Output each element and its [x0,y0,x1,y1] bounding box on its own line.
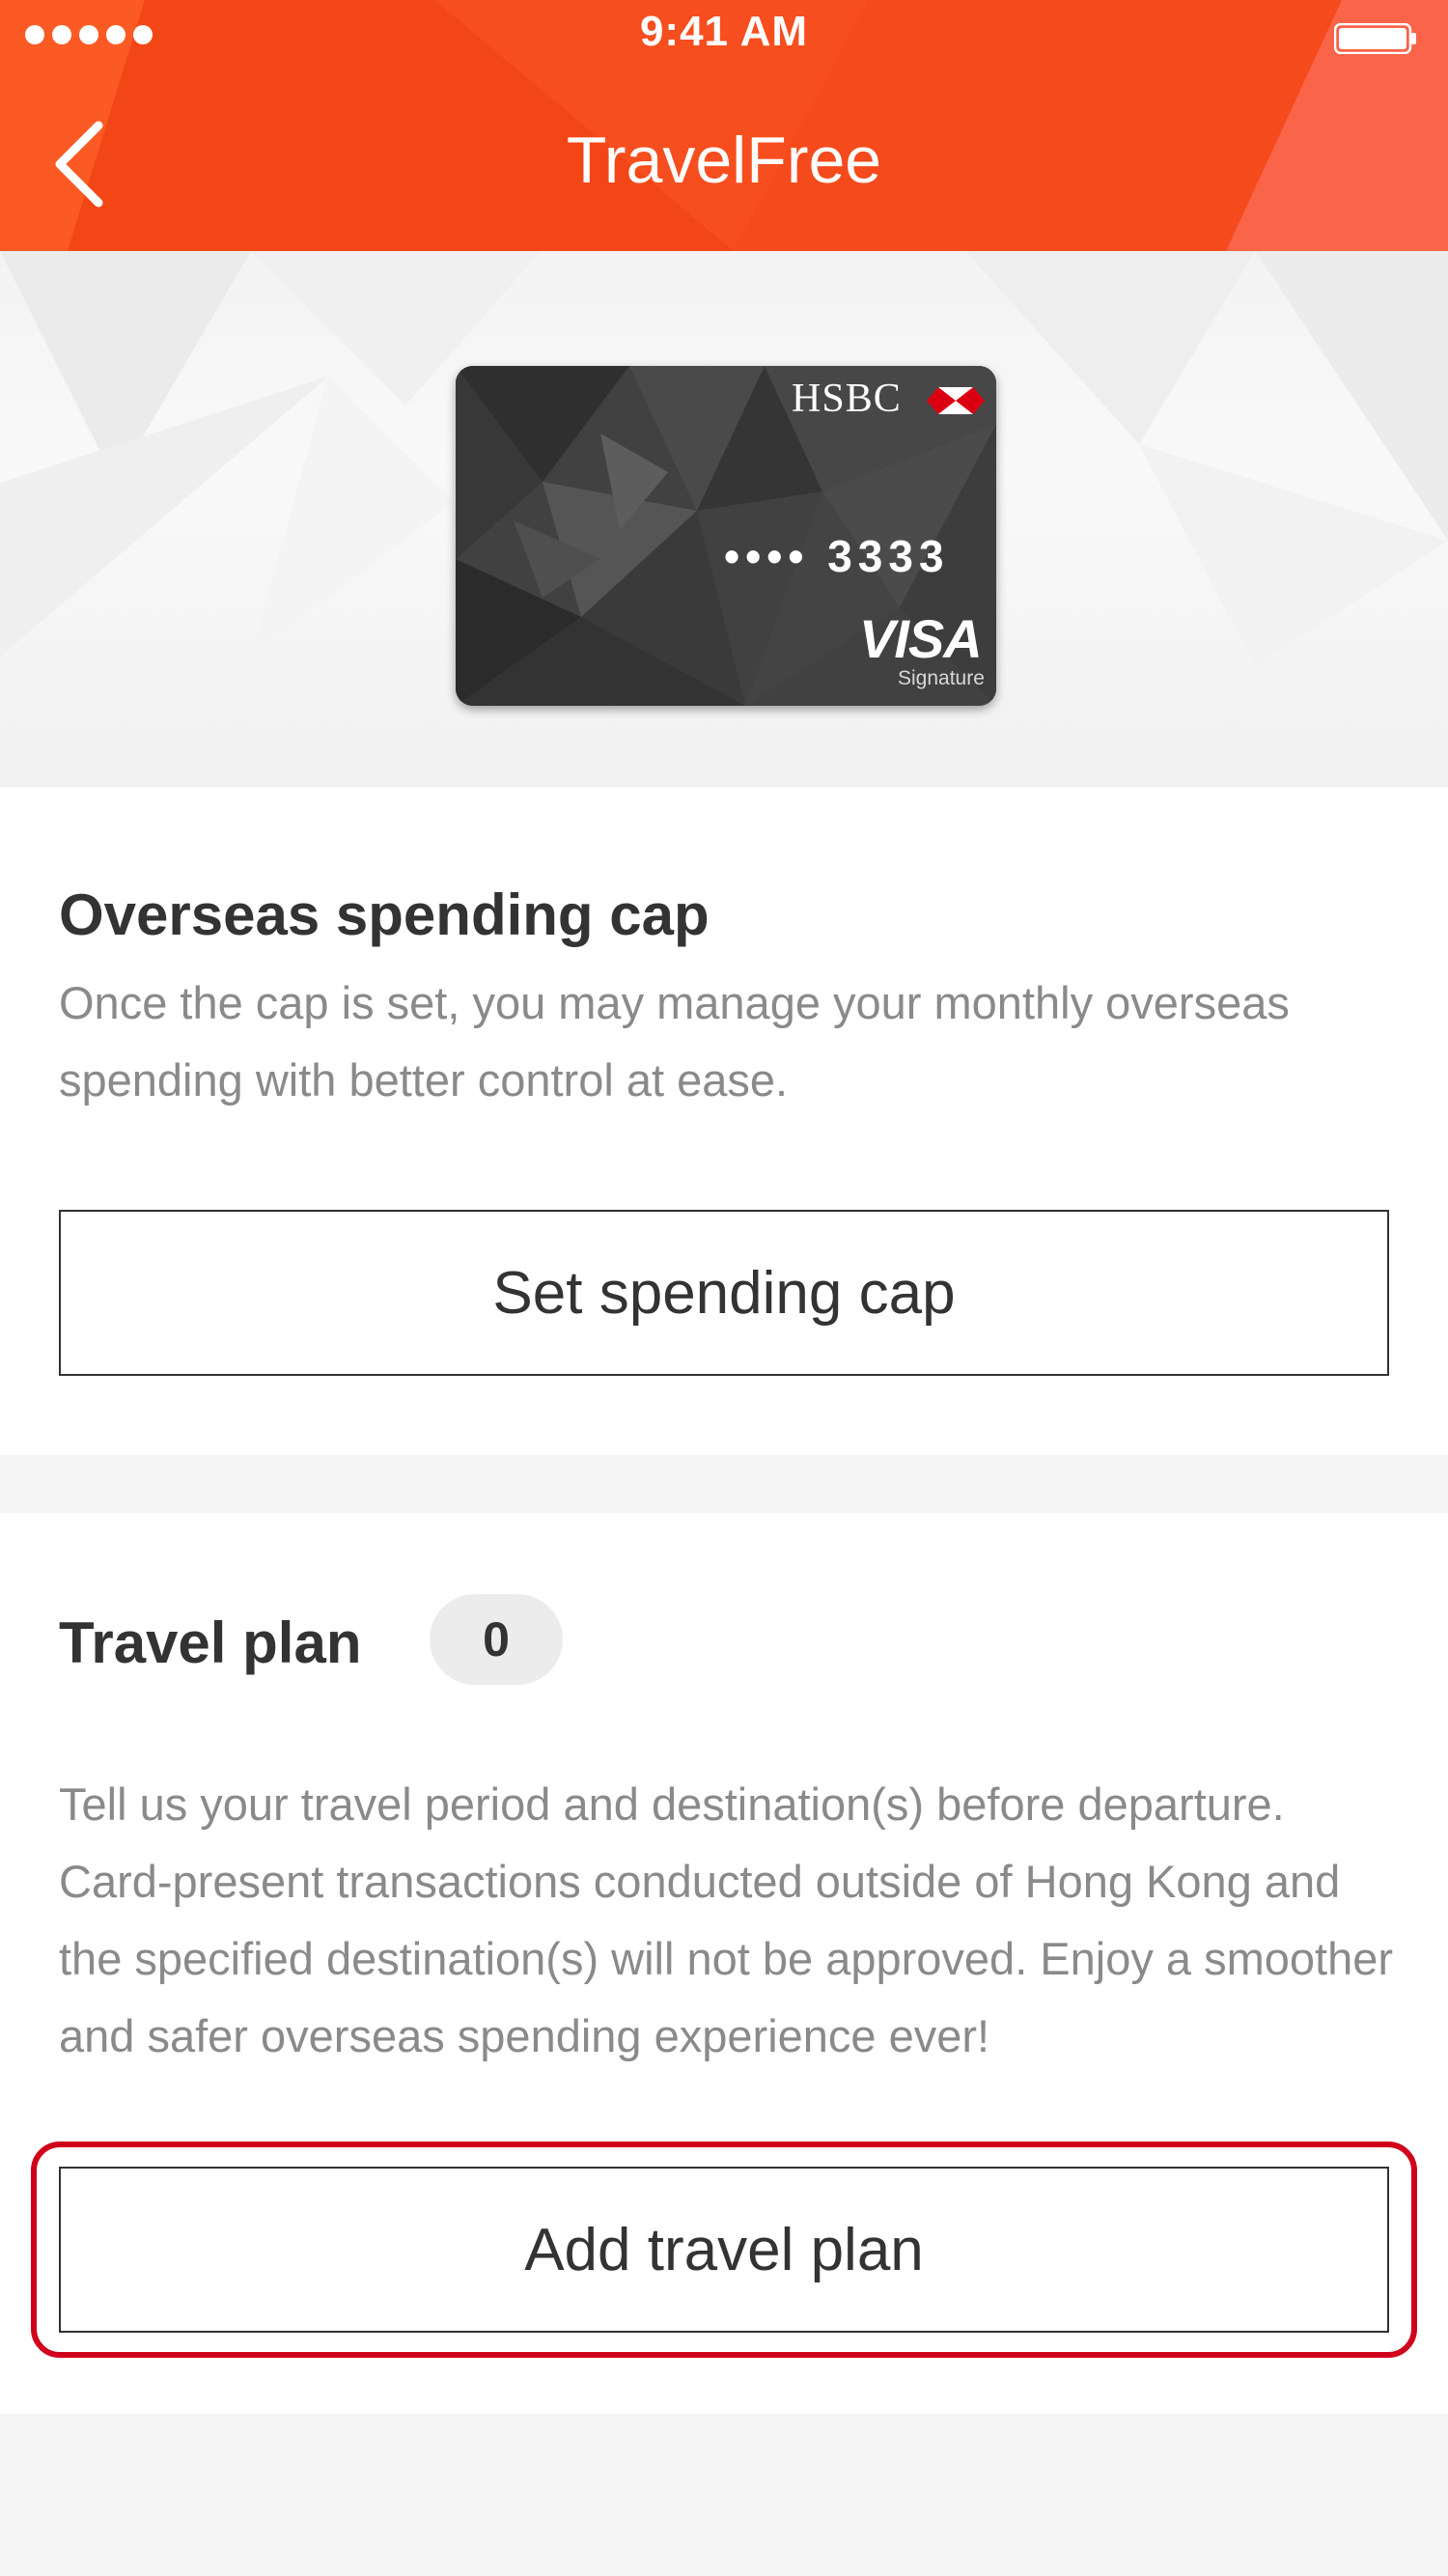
status-time: 9:41 AM [639,8,809,55]
battery-icon [1334,23,1416,54]
chevron-left-icon [55,121,103,208]
spending-cap-description: Once the cap is set, you may manage your… [59,977,1290,1106]
spending-cap-section: Overseas spending cap Once the cap is se… [0,787,1448,1455]
card-hero: HSBC •••• 3333 VISA Signature [0,251,1448,787]
travel-plan-title: Travel plan [59,1610,362,1675]
nav-bar: TravelFree [0,87,1448,241]
travel-plan-description: Tell us your travel period and destinati… [59,1778,1394,2061]
travel-plan-count-badge: 0 [430,1594,563,1685]
credit-card: HSBC •••• 3333 VISA Signature [456,366,996,706]
card-network-logo: VISA [859,608,983,669]
add-travel-plan-button[interactable]: Add travel plan [59,2167,1389,2333]
back-button[interactable] [39,116,125,212]
status-bar: 9:41 AM [0,0,1448,68]
hsbc-logo-icon [927,387,985,414]
card-tier: Signature [898,667,985,689]
page-title: TravelFree [566,124,882,197]
card-number: •••• 3333 [724,531,950,581]
card-brand-name: HSBC [792,377,902,421]
spending-cap-title: Overseas spending cap [59,882,710,947]
travel-plan-section: Travel plan 0 Tell us your travel period… [0,1513,1448,2414]
app-header: 9:41 AM TravelFree [0,0,1448,251]
set-spending-cap-button[interactable]: Set spending cap [59,1210,1389,1376]
